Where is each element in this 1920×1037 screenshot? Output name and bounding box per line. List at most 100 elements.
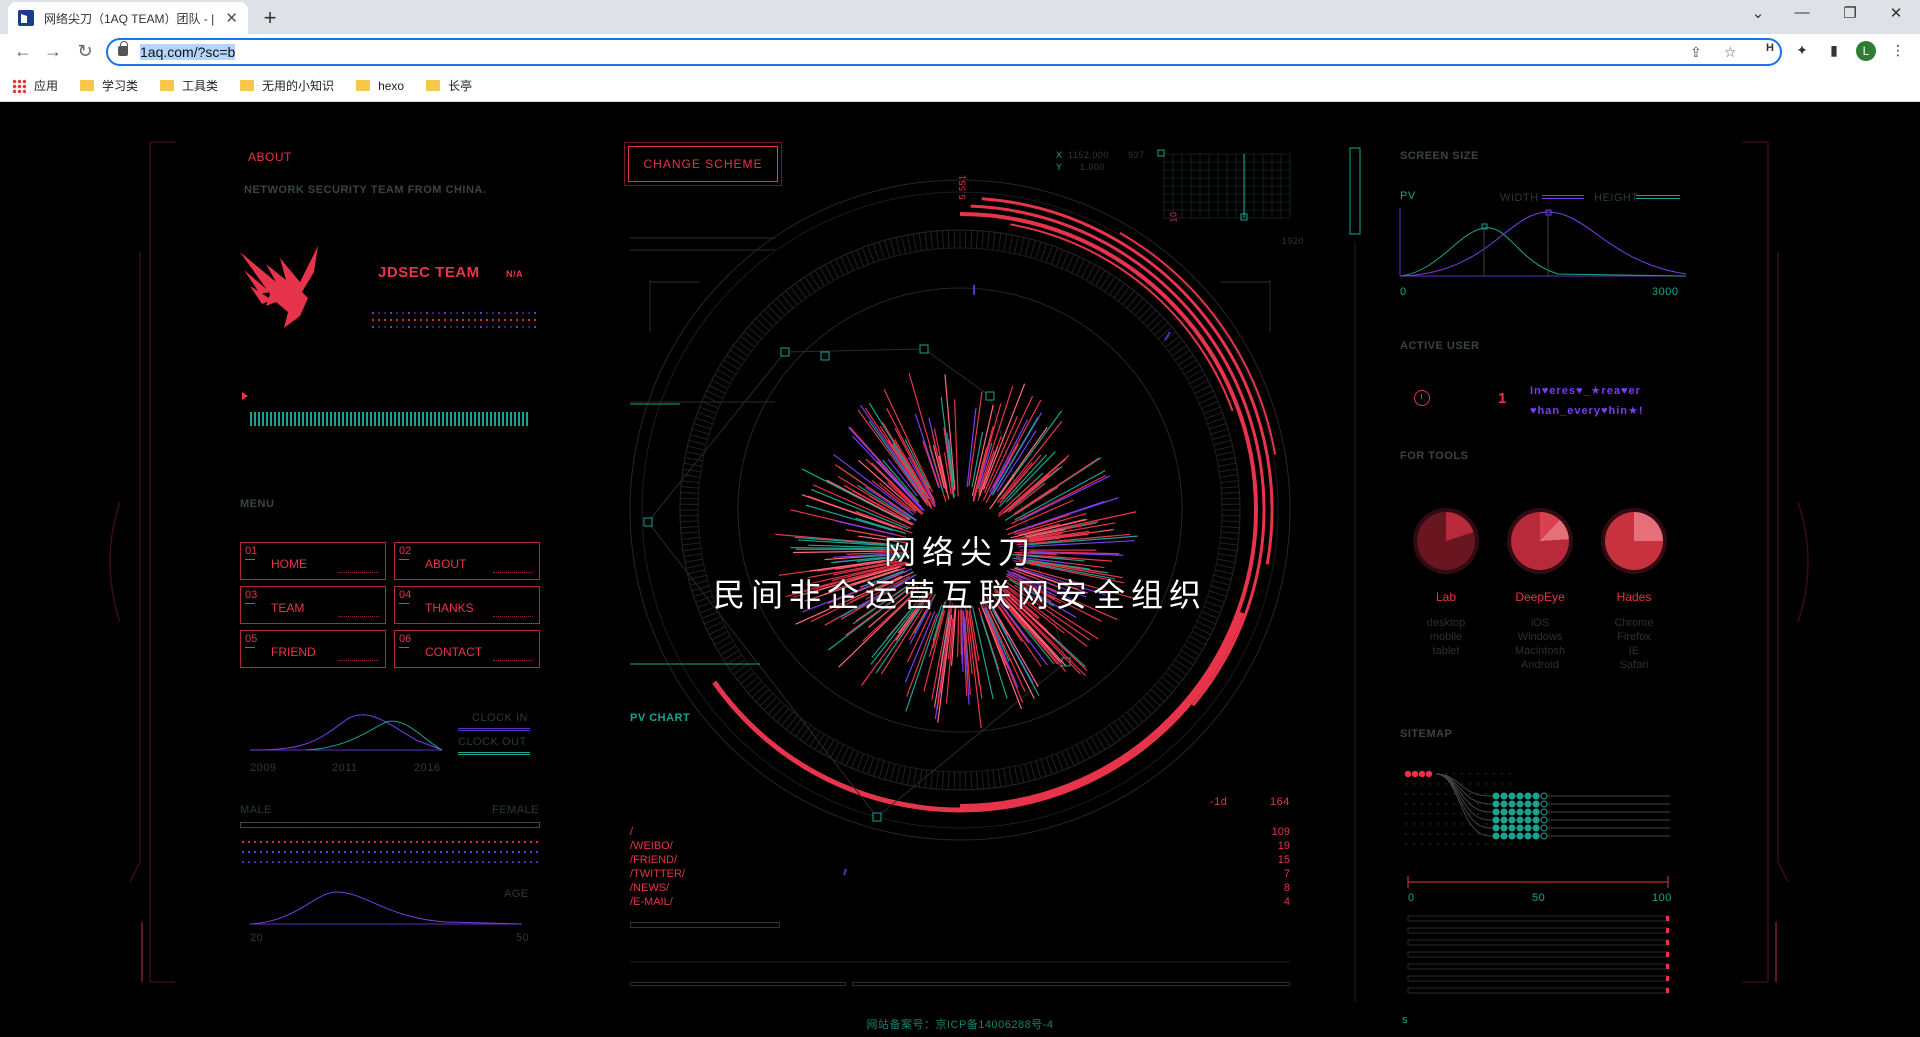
minimize-button[interactable]: — xyxy=(1790,4,1814,21)
tool-name: DeepEye xyxy=(1515,590,1565,604)
bookmark-star-icon[interactable]: ☆ xyxy=(1724,44,1737,61)
pv-scroll-bar xyxy=(630,922,780,928)
path-row[interactable]: /NEWS/8 xyxy=(630,882,1290,894)
tick xyxy=(254,412,256,426)
reload-button[interactable]: ↻ xyxy=(74,41,96,62)
restore-button[interactable]: ❐ xyxy=(1838,4,1862,22)
back-button[interactable]: ← xyxy=(12,41,34,62)
menu-contact-button[interactable]: 06 CONTACT xyxy=(394,630,540,668)
ring-tick xyxy=(1219,474,1238,478)
grid-dot xyxy=(1404,782,1408,786)
bookmark-folder[interactable]: 无用的小知识 xyxy=(240,77,334,94)
path-row[interactable]: / 109 xyxy=(630,826,1290,838)
tool-deepeye[interactable]: DeepEye iOS Windows Macintosh Android xyxy=(1500,512,1580,672)
path-count: 19 xyxy=(1277,840,1290,852)
dot xyxy=(349,840,353,844)
tool-hades[interactable]: Hades Chrome Firefox IE Safari xyxy=(1594,512,1674,672)
dot xyxy=(521,325,525,329)
dot xyxy=(319,840,323,844)
dot xyxy=(457,840,461,844)
dot xyxy=(385,860,389,864)
menu-label: CONTACT xyxy=(425,645,483,659)
ring-tick xyxy=(1216,451,1234,457)
extension-h-icon[interactable]: H xyxy=(1760,42,1780,54)
bookmark-folder[interactable]: hexo xyxy=(356,79,404,93)
extensions-puzzle-icon[interactable]: ✦ xyxy=(1792,42,1812,59)
tick xyxy=(294,412,296,426)
grid-dot xyxy=(1500,782,1504,786)
bookmark-folder[interactable]: 学习类 xyxy=(80,77,138,94)
tool-lab[interactable]: Lab desktop mobile tablet xyxy=(1406,512,1486,658)
side-panel-icon[interactable]: ▮ xyxy=(1824,42,1844,59)
grid-dot xyxy=(1508,842,1512,846)
ring-tick xyxy=(695,417,713,425)
dot xyxy=(421,840,425,844)
dot xyxy=(377,318,381,322)
path-row[interactable]: /E-MAIL/4 xyxy=(630,896,1290,908)
ring-tick xyxy=(682,468,701,473)
ring-tick xyxy=(751,322,766,336)
node-marker xyxy=(872,812,882,822)
sitemap-node xyxy=(1540,832,1548,840)
marquee-line1: In♥eres♥_★rea♥er xyxy=(1530,385,1641,397)
ring-tick xyxy=(867,757,875,775)
url-text[interactable]: 1aq.com/?sc=b xyxy=(140,44,236,60)
dot xyxy=(241,840,245,844)
scale-label: 0 xyxy=(1408,892,1415,904)
new-tab-button[interactable]: + xyxy=(258,5,282,31)
grid-dot xyxy=(1436,832,1440,836)
tick xyxy=(414,412,416,426)
tick xyxy=(322,412,324,426)
bookmark-folder[interactable]: 工具类 xyxy=(160,77,218,94)
dot xyxy=(373,840,377,844)
address-bar[interactable]: 1aq.com/?sc=b ⇪ ☆ xyxy=(106,38,1782,66)
marquee-line2: ♥han_every♥hin★! xyxy=(1530,405,1644,417)
play-icon xyxy=(242,392,248,400)
dot xyxy=(487,840,491,844)
dot xyxy=(517,840,521,844)
tool-os: desktop xyxy=(1426,617,1466,629)
sitemap-node xyxy=(1500,832,1508,840)
ring-tick xyxy=(1035,241,1042,260)
menu-kebab-icon[interactable]: ⋮ xyxy=(1888,42,1908,59)
clock-icon xyxy=(1414,390,1430,406)
tool-os: Windows xyxy=(1517,631,1563,643)
close-tab-icon[interactable]: ✕ xyxy=(225,9,238,27)
profile-avatar[interactable]: L xyxy=(1856,41,1876,61)
dot xyxy=(391,840,395,844)
share-icon[interactable]: ⇪ xyxy=(1690,44,1702,61)
tool-name: Lab xyxy=(1435,590,1457,604)
menu-friend-button[interactable]: 05 FRIEND xyxy=(240,630,386,668)
lock-icon[interactable] xyxy=(118,41,128,56)
menu-num: 05 xyxy=(245,633,258,648)
ring-tick xyxy=(947,771,950,790)
sitemap-node xyxy=(1500,824,1508,832)
dot xyxy=(259,850,263,854)
burst-ray xyxy=(801,494,896,528)
team-badge: N/A xyxy=(506,269,523,279)
browser-tab[interactable]: 网络尖刀（1AQ TEAM）团队 - | ✕ xyxy=(8,2,248,34)
path-row[interactable]: /WEIBO/19 xyxy=(630,840,1290,852)
dot xyxy=(389,318,393,322)
path-row[interactable]: /FRIEND/15 xyxy=(630,854,1290,866)
close-window-button[interactable]: ✕ xyxy=(1884,4,1908,22)
forward-button[interactable]: → xyxy=(42,41,64,62)
bookmark-folder[interactable]: 长亭 xyxy=(426,77,472,94)
favicon-icon xyxy=(18,10,34,26)
path-row[interactable]: /TWITTER/7 xyxy=(630,868,1290,880)
grid-dot xyxy=(1412,822,1416,826)
tab-search-icon[interactable]: ⌄ xyxy=(1746,4,1770,22)
bracket xyxy=(649,280,700,332)
icp-footer[interactable]: 网站备案号：京ICP备14006288号-4 xyxy=(0,1016,1920,1032)
dot xyxy=(259,840,263,844)
tick xyxy=(482,412,484,426)
dashboard-page: ABOUT NETWORK SECURITY TEAM FROM CHINA. … xyxy=(0,102,1920,1037)
sitemap-scale xyxy=(1407,876,1669,888)
sitemap-node xyxy=(1492,800,1500,808)
dot xyxy=(413,311,417,315)
dot xyxy=(277,840,281,844)
bookmark-apps[interactable]: 应用 xyxy=(12,77,58,94)
dot xyxy=(413,318,417,322)
stack-bar xyxy=(1407,915,1669,922)
grid-dot xyxy=(1484,822,1488,826)
